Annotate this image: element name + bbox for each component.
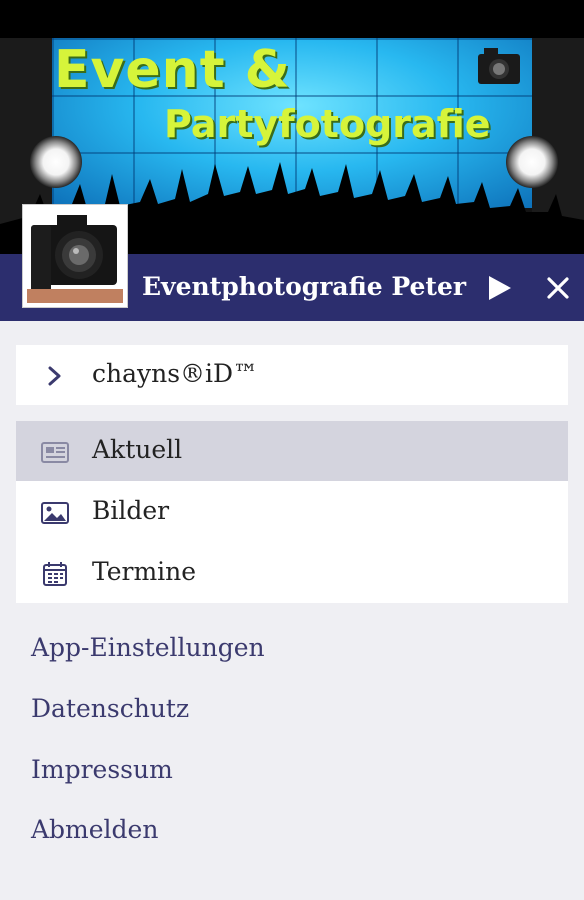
image-icon (41, 502, 69, 524)
close-button[interactable] (542, 272, 574, 304)
privacy-link[interactable]: Datenschutz (31, 694, 189, 723)
play-icon (489, 276, 511, 300)
login-card: chayns®iD™ (16, 345, 568, 405)
newspaper-icon (41, 442, 69, 463)
chayns-id-login[interactable]: chayns®iD™ (16, 345, 568, 405)
site-avatar (22, 204, 128, 308)
menu-item-label: Termine (92, 557, 197, 586)
banner-title-line2: Partyfotografie (164, 102, 491, 146)
menu-item-bilder[interactable]: Bilder (16, 482, 568, 542)
imprint-link[interactable]: Impressum (31, 755, 173, 784)
camera-icon (478, 48, 520, 84)
menu-item-label: Aktuell (92, 435, 183, 464)
app-settings-link[interactable]: App-Einstellungen (31, 633, 265, 662)
logout-link[interactable]: Abmelden (31, 815, 158, 844)
camera-icon (27, 215, 123, 303)
menu-item-label: Bilder (92, 496, 170, 525)
menu-item-aktuell[interactable]: Aktuell (16, 421, 568, 481)
site-title: Eventphotografie Peter (142, 272, 467, 301)
menu-card: Aktuell Bilder Termine (16, 421, 568, 603)
calendar-icon (43, 562, 67, 586)
close-icon (547, 277, 569, 299)
chayns-id-label: chayns®iD™ (92, 359, 259, 388)
menu-item-termine[interactable]: Termine (16, 543, 568, 603)
chevron-right-icon (48, 366, 61, 386)
banner-title-line1: Event & (54, 40, 292, 100)
status-bar (0, 0, 584, 38)
play-button[interactable] (484, 272, 516, 304)
